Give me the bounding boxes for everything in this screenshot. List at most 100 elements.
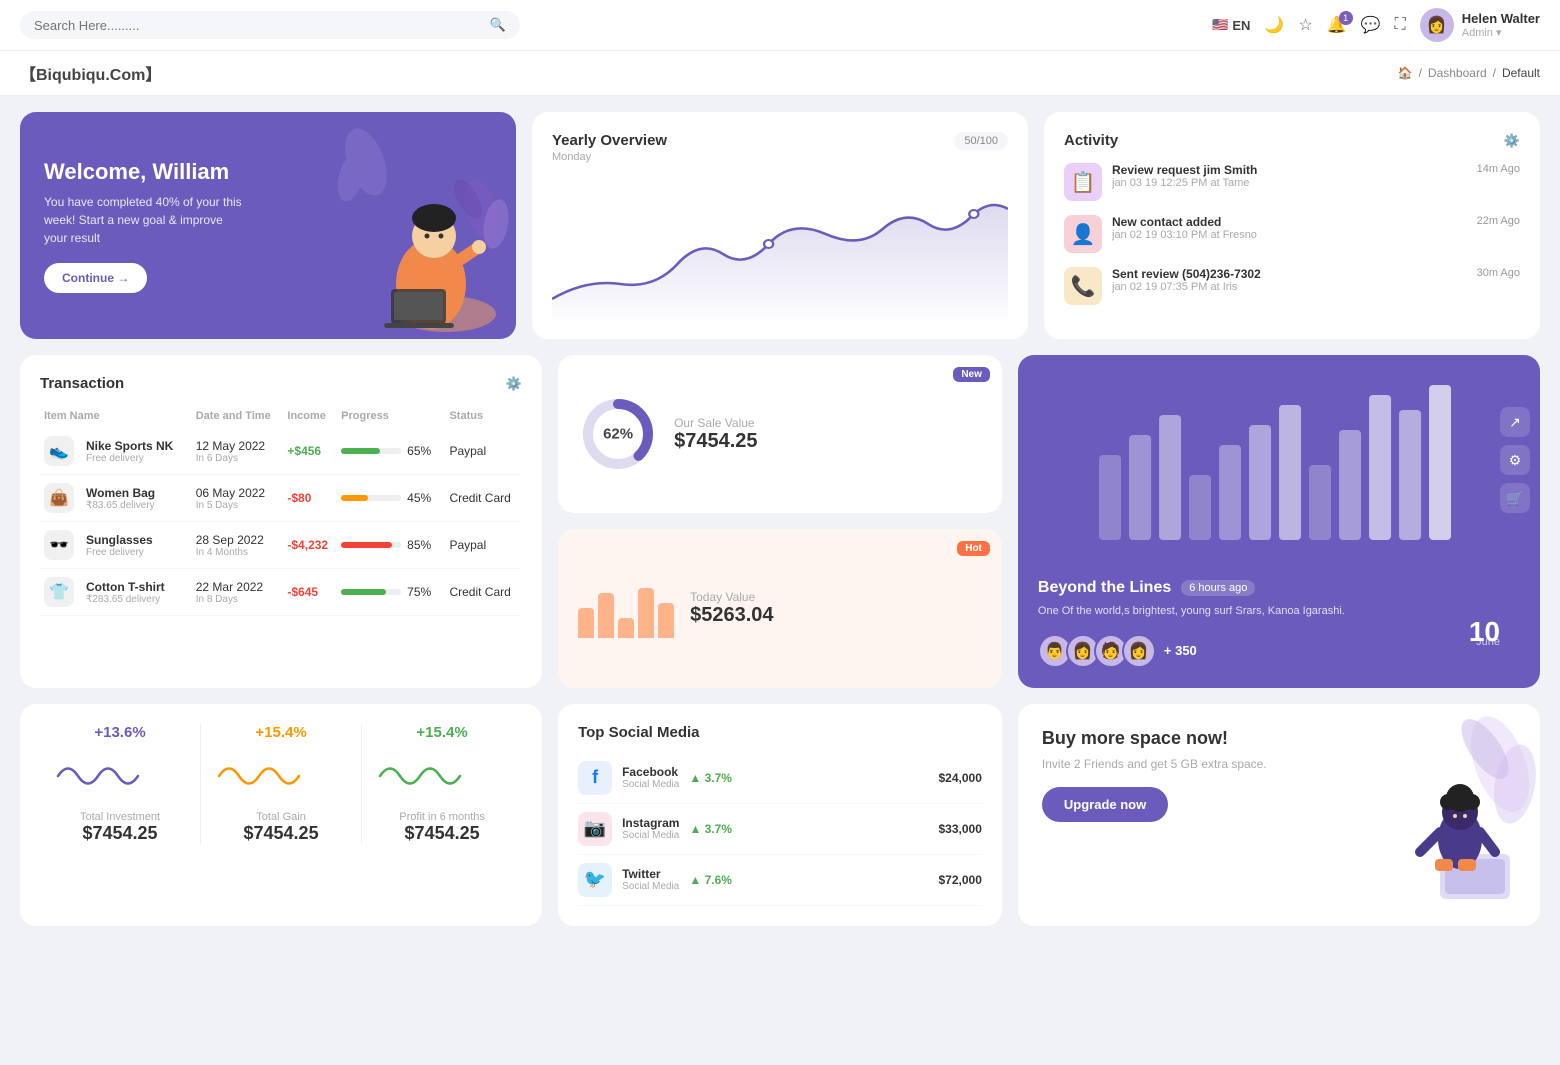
chart-settings-icon[interactable]: ⚙ (1500, 445, 1530, 475)
col-status: Status (445, 404, 522, 428)
stats-container: +13.6% Total Investment $7454.25 +15.4% … (40, 724, 522, 844)
item-icon-1: 👜 (44, 483, 74, 513)
mini-bar-chart (578, 578, 674, 638)
header: 🔍 🇺🇸 EN 🌙 ☆ 🔔 1 💬 ⛶ 👩 Helen Walter Admin… (0, 0, 1560, 51)
language-selector[interactable]: 🇺🇸 EN (1212, 17, 1250, 33)
breadcrumb-default[interactable]: Default (1502, 66, 1540, 80)
social-item: 📷 Instagram Social Media ▲ 3.7% $33,000 (578, 804, 982, 855)
transaction-title: Transaction (40, 375, 124, 392)
time-0: In 6 Days (196, 453, 280, 464)
sale-value: $7454.25 (674, 430, 757, 453)
buy-title: Buy more space now! (1042, 728, 1516, 749)
donut-label: 62% (603, 426, 633, 443)
item-sub-2: Free delivery (86, 547, 153, 558)
search-input[interactable] (34, 18, 482, 33)
star-icon[interactable]: ☆ (1298, 15, 1312, 35)
social-icon-1: 📷 (578, 812, 612, 846)
stats-card: +13.6% Total Investment $7454.25 +15.4% … (20, 704, 542, 926)
cell-date-0: 12 May 2022 In 6 Days (192, 428, 284, 475)
dark-mode-toggle[interactable]: 🌙 (1264, 15, 1284, 35)
today-label: Today Value (690, 590, 773, 604)
cell-income-0: +$456 (283, 428, 337, 475)
bar3 (618, 618, 634, 638)
col-date: Date and Time (192, 404, 284, 428)
social-val-0: $24,000 (939, 771, 982, 785)
activity-text-1: New contact added jan 02 19 03:10 PM at … (1112, 215, 1257, 241)
cell-progress-3: 75% (337, 569, 445, 616)
social-list: f Facebook Social Media ▲ 3.7% $24,000 📷… (578, 753, 982, 906)
bell-icon[interactable]: 🔔 1 (1327, 15, 1347, 35)
bar1 (578, 608, 594, 638)
expand-icon[interactable]: ⛶ (1395, 16, 1406, 34)
stat-item-0: +13.6% Total Investment $7454.25 (40, 724, 201, 844)
brand-logo: 【Biqubiqu.Com】 (20, 61, 161, 85)
cell-date-3: 22 Mar 2022 In 8 Days (192, 569, 284, 616)
activity-settings-icon[interactable]: ⚙️ (1504, 133, 1520, 149)
transaction-table: Item Name Date and Time Income Progress … (40, 404, 522, 616)
beyond-desc: One Of the world,s brightest, young surf… (1038, 603, 1520, 620)
transaction-card: Transaction ⚙️ Item Name Date and Time I… (20, 355, 542, 688)
stat-label-2: Profit in 6 months (370, 811, 514, 823)
yearly-chart (552, 167, 1008, 319)
chart-share-icon[interactable]: ↗ (1500, 407, 1530, 437)
item-name-0: Nike Sports NK (86, 439, 173, 453)
cell-progress-1: 45% (337, 475, 445, 522)
progress-bar-3 (341, 589, 401, 595)
beyond-title-row: Beyond the Lines 6 hours ago (1038, 579, 1520, 597)
chat-icon[interactable]: 💬 (1361, 15, 1381, 35)
stat-chart-1 (209, 751, 353, 801)
breadcrumb-dashboard[interactable]: Dashboard (1428, 66, 1487, 80)
activity-item-time-2: 30m Ago (1477, 267, 1520, 279)
social-sub-0: Social Media (622, 779, 679, 790)
stat-item-2: +15.4% Profit in 6 months $7454.25 (362, 724, 522, 844)
user-role: Admin ▾ (1462, 26, 1540, 39)
item-name-2: Sunglasses (86, 533, 153, 547)
beyond-section: ↗ ⚙ 🛒 Beyond the Lines 6 hours ago One O… (1018, 355, 1540, 688)
activity-title: Activity (1064, 132, 1118, 149)
progress-pct-2: 85% (407, 538, 431, 552)
welcome-body: You have completed 40% of your this week… (44, 193, 244, 247)
cell-progress-2: 85% (337, 522, 445, 569)
item-name-1: Women Bag (86, 486, 155, 500)
buy-desc: Invite 2 Friends and get 5 GB extra spac… (1042, 757, 1516, 771)
stat-label-0: Total Investment (48, 811, 192, 823)
beyond-title: Beyond the Lines (1038, 579, 1171, 597)
activity-img-2: 📞 (1064, 267, 1102, 305)
social-pct-1: ▲ 3.7% (689, 822, 732, 836)
sale-value-card: New 62% Our Sale Value $7454.25 (558, 355, 1002, 513)
breadcrumb: 🏠 / Dashboard / Default (1398, 66, 1540, 80)
activity-card: Activity ⚙️ 📋 Review request jim Smith j… (1044, 112, 1540, 339)
col-income: Income (283, 404, 337, 428)
transaction-settings-icon[interactable]: ⚙️ (506, 376, 522, 392)
cell-income-2: -$4,232 (283, 522, 337, 569)
user-name: Helen Walter (1462, 11, 1540, 26)
search-bar[interactable]: 🔍 (20, 11, 520, 39)
bar2 (598, 593, 614, 638)
notification-badge: 1 (1339, 11, 1353, 25)
user-menu[interactable]: 👩 Helen Walter Admin ▾ (1420, 8, 1540, 42)
activity-list: 📋 Review request jim Smith jan 03 19 12:… (1064, 163, 1520, 305)
breadcrumb-home-icon: 🏠 (1398, 66, 1413, 80)
bottom-row: +13.6% Total Investment $7454.25 +15.4% … (0, 704, 1560, 942)
stat-label-1: Total Gain (209, 811, 353, 823)
social-pct-2: ▲ 7.6% (689, 873, 732, 887)
activity-item-title-2: Sent review (504)236-7302 (1112, 267, 1261, 281)
activity-item: 📋 Review request jim Smith jan 03 19 12:… (1064, 163, 1520, 201)
continue-button[interactable]: Continue → (44, 263, 147, 293)
stat-pct-1: +15.4% (209, 724, 353, 741)
chart-cart-icon[interactable]: 🛒 (1500, 483, 1530, 513)
chart-side-icons: ↗ ⚙ 🛒 (1500, 407, 1530, 513)
activity-header: Activity ⚙️ (1064, 132, 1520, 149)
search-icon: 🔍 (490, 17, 506, 33)
progress-pct-3: 75% (407, 585, 431, 599)
breadcrumb-bar: 【Biqubiqu.Com】 🏠 / Dashboard / Default (0, 51, 1560, 96)
upgrade-button[interactable]: Upgrade now (1042, 787, 1168, 822)
breadcrumb-sep: / (1419, 66, 1422, 80)
yearly-subtitle: Monday (552, 151, 667, 163)
stat-value-2: $7454.25 (370, 823, 514, 844)
item-sub-0: Free delivery (86, 453, 173, 464)
activity-item-time-1: 22m Ago (1477, 215, 1520, 227)
item-sub-1: ₹83.65 delivery (86, 500, 155, 511)
social-val-1: $33,000 (939, 822, 982, 836)
cell-date-1: 06 May 2022 In 5 Days (192, 475, 284, 522)
